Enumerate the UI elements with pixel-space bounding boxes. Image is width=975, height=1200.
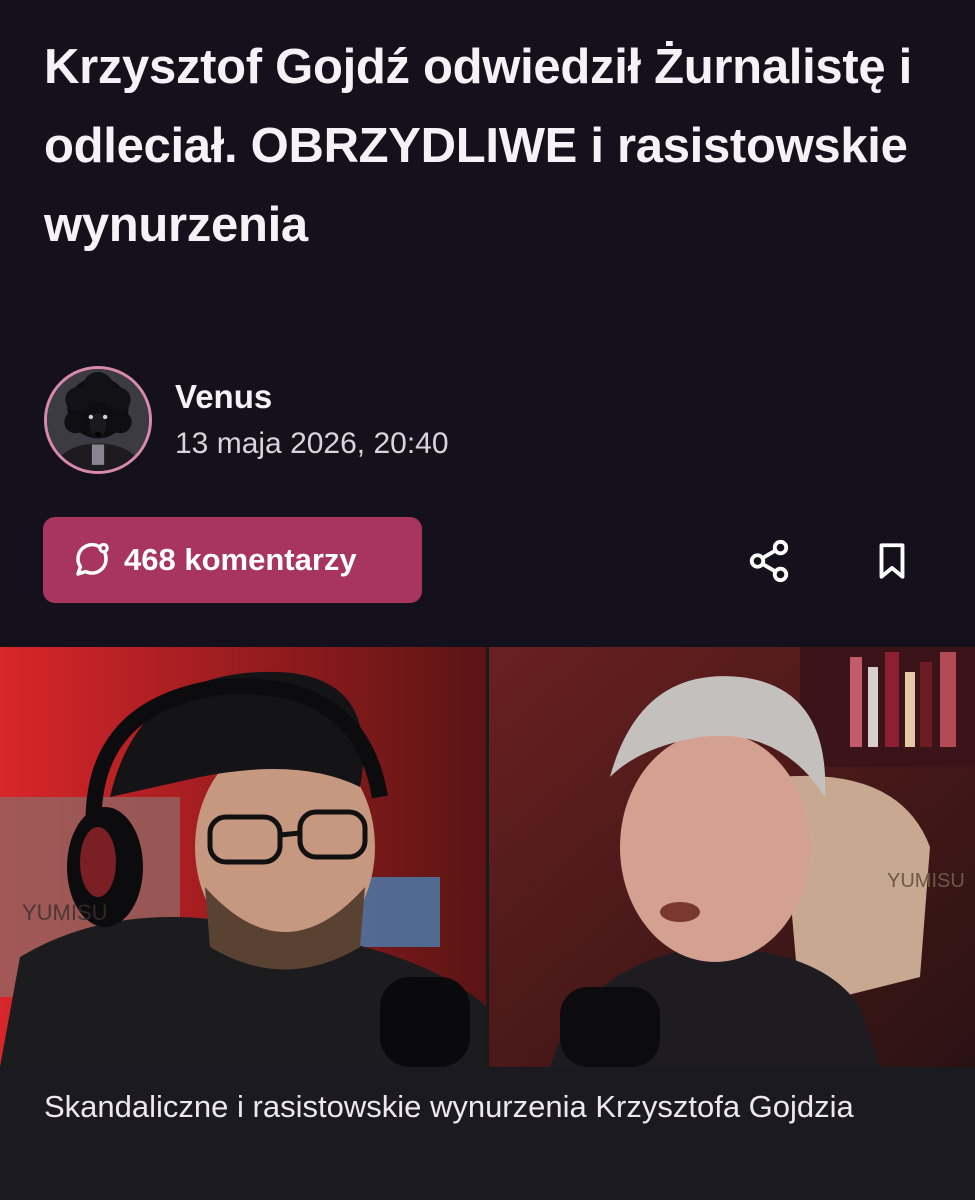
svg-text:YUMISU: YUMISU xyxy=(887,870,965,892)
article-actions: 468 komentarzy xyxy=(0,516,975,606)
author-avatar[interactable] xyxy=(44,366,152,474)
svg-text:YUMISU: YUMISU xyxy=(22,900,108,925)
article-photo: YUMISU YUMISU xyxy=(0,647,975,1067)
bookmark-button[interactable] xyxy=(867,536,917,586)
share-button[interactable] xyxy=(744,536,794,586)
poodle-avatar-icon xyxy=(47,369,149,471)
share-icon xyxy=(749,539,789,583)
chat-bubble-icon xyxy=(71,539,113,581)
article-image[interactable]: YUMISU YUMISU xyxy=(0,647,975,1067)
image-caption: Skandaliczne i rasistowskie wynurzenia K… xyxy=(0,1067,975,1200)
author-info: Venus 13 maja 2026, 20:40 xyxy=(44,366,644,476)
comments-button[interactable]: 468 komentarzy xyxy=(43,517,422,603)
publish-date: 13 maja 2026, 20:40 xyxy=(175,427,449,460)
article-title: Krzysztof Gojdź odwiedził Żurnalistę i o… xyxy=(44,40,912,252)
comments-count-label: 468 komentarzy xyxy=(124,542,357,577)
author-name[interactable]: Venus xyxy=(175,378,272,416)
bookmark-icon xyxy=(879,543,905,579)
